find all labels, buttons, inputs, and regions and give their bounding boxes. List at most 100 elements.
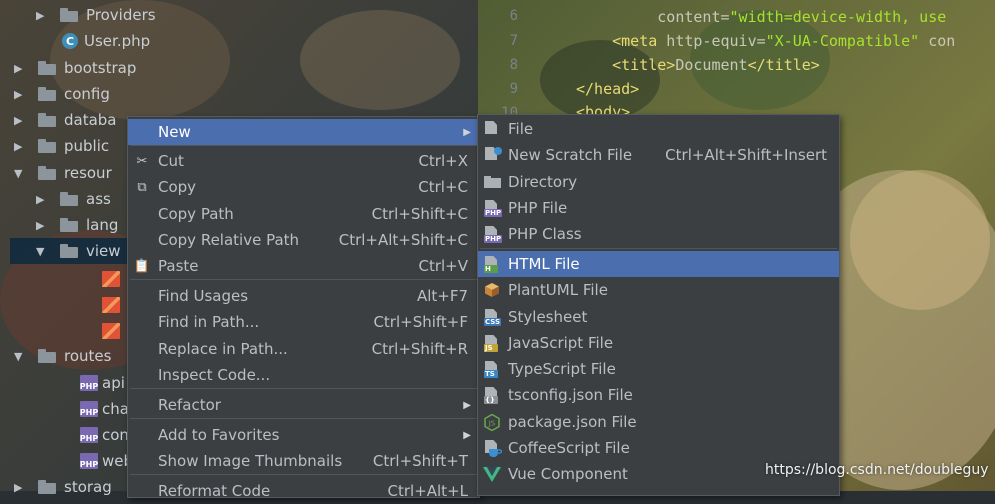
menu-item-replace-in-path[interactable]: Replace in Path... Ctrl+Shift+R xyxy=(128,336,479,362)
tree-item-label: Providers xyxy=(86,6,156,24)
menu-item-reformat-code[interactable]: Reformat Code Ctrl+Alt+L xyxy=(128,478,479,504)
code-line-6: content="width=device-width, use xyxy=(657,8,947,26)
menu-item-shortcut: Ctrl+Shift+T xyxy=(372,452,468,470)
menu-item-copy-path[interactable]: Copy Path Ctrl+Shift+C xyxy=(128,201,479,227)
code-line-8: <title>Document</title> xyxy=(612,56,820,74)
submenu-item-html-file[interactable]: H HTML File xyxy=(478,251,839,277)
menu-item-add-to-favorites[interactable]: Add to Favorites ▶ xyxy=(128,422,479,448)
menu-item-paste[interactable]: 📋 Paste Ctrl+V xyxy=(128,253,479,279)
menu-item-find-usages[interactable]: Find Usages Alt+F7 xyxy=(128,283,479,309)
submenu-item-coffeescript-file[interactable]: CoffeeScript File xyxy=(478,435,839,461)
nodejs-icon: JS xyxy=(483,413,501,431)
collapse-arrow-icon[interactable]: ▶ xyxy=(14,481,28,494)
submenu-item-label: Vue Component xyxy=(508,465,628,483)
menu-item-shortcut: Alt+F7 xyxy=(416,287,468,305)
menu-item-label: Copy xyxy=(158,178,197,196)
menu-item-label: Add to Favorites xyxy=(158,426,280,444)
menu-item-label: Refactor xyxy=(158,396,221,414)
submenu-item-label: New Scratch File xyxy=(508,146,633,164)
php-file-icon: PHP xyxy=(484,200,503,217)
expand-arrow-icon[interactable]: ▼ xyxy=(36,245,50,258)
line-number: 8 xyxy=(509,57,518,73)
tree-item-label: api xyxy=(102,374,125,392)
directory-icon xyxy=(484,176,502,188)
collapse-arrow-icon[interactable]: ▶ xyxy=(14,62,28,75)
scratch-file-icon xyxy=(484,147,502,164)
collapse-arrow-icon[interactable]: ▶ xyxy=(36,193,50,206)
clipboard-icon: 📋 xyxy=(133,258,151,274)
tree-item[interactable]: ▶ Providers xyxy=(0,2,478,28)
submenu-item-label: Directory xyxy=(508,173,578,191)
menu-item-shortcut: Ctrl+Shift+F xyxy=(373,313,468,331)
blade-file-icon xyxy=(102,297,120,313)
menu-item-new[interactable]: New ▶ xyxy=(128,119,479,145)
menu-item-show-image-thumbnails[interactable]: Show Image Thumbnails Ctrl+Shift+T xyxy=(128,448,479,474)
submenu-item-javascript-file[interactable]: JS JavaScript File xyxy=(478,330,839,356)
submenu-item-file[interactable]: File xyxy=(478,116,839,142)
tree-item[interactable]: ▶ bootstrap xyxy=(0,55,478,81)
expand-arrow-icon[interactable]: ▼ xyxy=(14,167,28,180)
tree-item[interactable]: C User.php xyxy=(0,28,478,54)
tree-item-label: resour xyxy=(64,164,112,182)
line-number: 9 xyxy=(509,81,518,97)
watermark: https://blog.csdn.net/doubleguy xyxy=(765,462,989,478)
menu-item-shortcut: Ctrl+Alt+L xyxy=(387,482,469,500)
submenu-item-label: HTML File xyxy=(508,255,580,273)
submenu-item-plantuml-file[interactable]: PlantUML File xyxy=(478,277,839,303)
collapse-arrow-icon[interactable]: ▶ xyxy=(36,219,50,232)
css-file-icon: CSS xyxy=(484,309,502,326)
submenu-item-typescript-file[interactable]: TS TypeScript File xyxy=(478,356,839,382)
tree-item-label: lang xyxy=(86,216,119,234)
php-file-icon: PHP xyxy=(80,401,98,417)
php-file-icon: PHP xyxy=(484,226,503,243)
copy-icon: ⧉ xyxy=(137,179,147,195)
tree-item-label: User.php xyxy=(84,32,151,50)
php-class-icon: C xyxy=(62,33,78,49)
js-file-icon: JS xyxy=(484,335,502,352)
menu-item-find-in-path[interactable]: Find in Path... Ctrl+Shift+F xyxy=(128,309,479,335)
submenu-item-directory[interactable]: Directory xyxy=(478,169,839,195)
folder-icon xyxy=(60,192,80,206)
tree-item-label: public xyxy=(64,137,110,155)
folder-icon xyxy=(60,218,80,232)
menu-item-inspect-code[interactable]: Inspect Code... xyxy=(128,362,479,388)
menu-item-copy-relative-path[interactable]: Copy Relative Path Ctrl+Alt+Shift+C xyxy=(128,227,479,253)
blade-file-icon xyxy=(102,271,120,287)
folder-icon xyxy=(60,8,80,22)
submenu-item-stylesheet[interactable]: CSS Stylesheet xyxy=(478,304,839,330)
collapse-arrow-icon[interactable]: ▶ xyxy=(14,88,28,101)
menu-separator xyxy=(130,145,477,146)
tree-item-label: con xyxy=(102,426,129,444)
menu-item-shortcut: Ctrl+C xyxy=(418,178,468,196)
submenu-item-label: Stylesheet xyxy=(508,308,588,326)
context-menu: New ▶ ✂ Cut Ctrl+X ⧉ Copy Ctrl+C Copy Path Ctrl+S… xyxy=(127,116,480,500)
submenu-item-php-class[interactable]: PHP PHP Class xyxy=(478,221,839,247)
blade-file-icon xyxy=(102,323,120,339)
submenu-item-new-scratch-file[interactable]: New Scratch File Ctrl+Alt+Shift+Insert xyxy=(478,142,839,168)
menu-item-copy[interactable]: ⧉ Copy Ctrl+C xyxy=(128,174,479,200)
submenu-item-package-json-file[interactable]: JS package.json File xyxy=(478,409,839,435)
submenu-arrow-icon: ▶ xyxy=(463,429,471,441)
collapse-arrow-icon[interactable]: ▶ xyxy=(14,140,28,153)
menu-item-cut[interactable]: ✂ Cut Ctrl+X xyxy=(128,148,479,174)
collapse-arrow-icon[interactable]: ▶ xyxy=(14,114,28,127)
tree-item[interactable]: ▶ config xyxy=(0,81,478,107)
tree-item-label: databa xyxy=(64,111,117,129)
collapse-arrow-icon[interactable]: ▶ xyxy=(36,9,50,22)
php-file-icon: PHP xyxy=(80,375,98,391)
folder-icon xyxy=(60,244,80,258)
file-icon xyxy=(484,121,502,138)
code-line-9: </head> xyxy=(576,80,640,98)
plantuml-icon xyxy=(483,282,501,298)
menu-item-shortcut: Ctrl+Shift+R xyxy=(371,340,468,358)
submenu-item-label: package.json File xyxy=(508,413,637,431)
menu-separator xyxy=(130,474,477,475)
menu-item-refactor[interactable]: Refactor ▶ xyxy=(128,392,479,418)
folder-icon xyxy=(38,87,58,101)
submenu-item-php-file[interactable]: PHP PHP File xyxy=(478,195,839,221)
code-line-7: <meta http-equiv="X-UA-Compatible" con xyxy=(612,32,956,50)
expand-arrow-icon[interactable]: ▼ xyxy=(14,350,28,363)
submenu-item-tsconfig-json-file[interactable]: {} tsconfig.json File xyxy=(478,382,839,408)
submenu-item-label: tsconfig.json File xyxy=(508,386,633,404)
menu-item-label: New xyxy=(158,123,191,141)
